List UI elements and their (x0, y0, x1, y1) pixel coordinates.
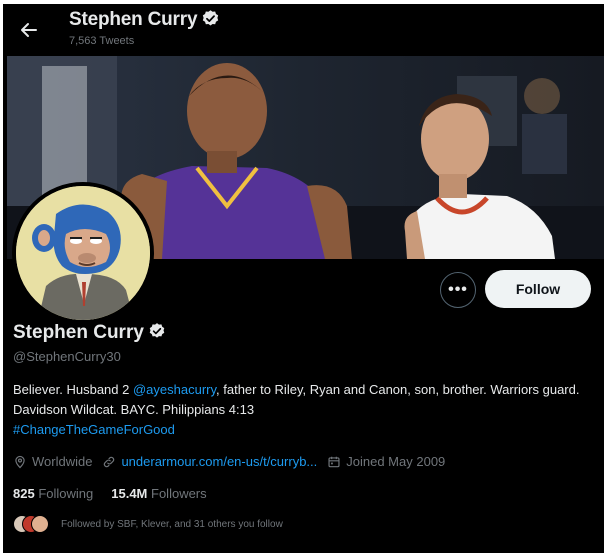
profile-handle: @StephenCurry30 (13, 349, 121, 364)
join-date: Joined May 2009 (327, 454, 445, 469)
mention-link[interactable]: @ayeshacurry (133, 382, 216, 397)
display-name-text: Stephen Curry (13, 322, 144, 343)
avatar[interactable] (12, 182, 154, 324)
location: Worldwide (13, 454, 92, 469)
profile-display-name: Stephen Curry (13, 322, 166, 344)
follow-button[interactable]: Follow (485, 270, 591, 308)
more-options-button[interactable]: ••• (440, 272, 476, 308)
calendar-icon (328, 456, 340, 467)
profile-page: Stephen Curry 7,563 Tweets ••• Follow St… (3, 4, 604, 553)
profile-header-bar: Stephen Curry 7,563 Tweets (3, 4, 604, 56)
following-count: 825 (13, 486, 35, 501)
followers-label: Followers (151, 486, 207, 501)
followers-link[interactable]: 15.4M Followers (111, 486, 206, 501)
following-link[interactable]: 825 Following (13, 486, 93, 501)
back-button[interactable] (17, 18, 41, 42)
website[interactable]: underarmour.com/en-us/t/curryb... (102, 454, 317, 469)
avatar (31, 515, 49, 533)
followed-by[interactable]: Followed by SBF, Klever, and 31 others y… (13, 514, 283, 534)
website-link[interactable]: underarmour.com/en-us/t/curryb... (121, 454, 317, 469)
following-label: Following (38, 486, 94, 501)
profile-bio: Believer. Husband 2 @ayeshacurry, father… (13, 380, 598, 440)
header-name: Stephen Curry (69, 9, 198, 30)
join-date-text: Joined May 2009 (346, 454, 446, 469)
hashtag-link[interactable]: #ChangeTheGameForGood (13, 422, 175, 437)
verified-badge-icon (203, 10, 219, 26)
location-pin-icon (15, 455, 25, 468)
followed-by-text: Followed by SBF, Klever, and 31 others y… (61, 518, 283, 530)
link-icon (104, 456, 115, 467)
verified-badge-icon (149, 323, 165, 338)
bio-text: Believer. Husband 2 (13, 382, 133, 397)
location-text: Worldwide (32, 454, 93, 469)
followed-by-avatars (13, 514, 49, 534)
profile-meta: Worldwide underarmour.com/en-us/t/curryb… (13, 454, 455, 469)
tweet-count: 7,563 Tweets (69, 35, 135, 47)
follow-stats: 825 Following 15.4M Followers (13, 486, 207, 501)
arrow-left-icon (21, 23, 37, 37)
header-title: Stephen Curry (69, 9, 220, 31)
followers-count: 15.4M (111, 486, 148, 501)
